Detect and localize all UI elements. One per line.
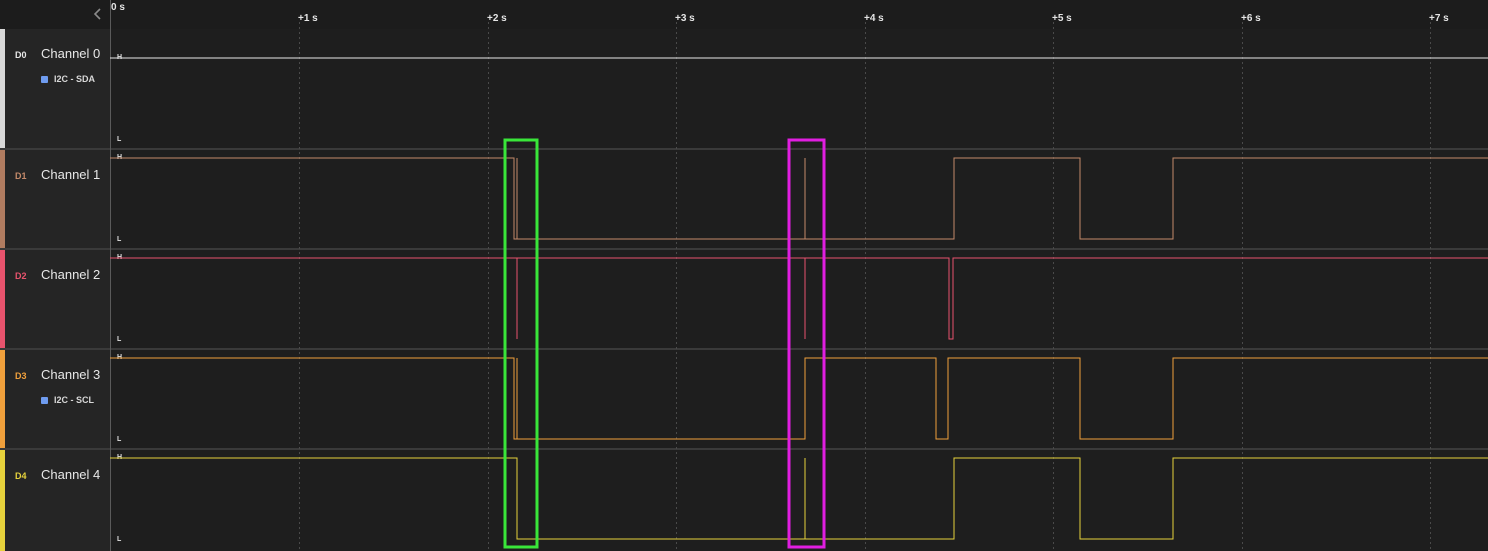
magenta-selection-box[interactable] — [787, 138, 826, 549]
waveform-channel-2 — [110, 257, 1488, 340]
green-selection-box[interactable] — [503, 138, 539, 549]
waveform-channel-1 — [110, 157, 1488, 240]
waveform-channel-3 — [110, 357, 1488, 440]
waveform-canvas[interactable] — [0, 0, 1488, 551]
waveform-channel-4 — [110, 457, 1488, 540]
grid-lines — [299, 22, 1431, 551]
